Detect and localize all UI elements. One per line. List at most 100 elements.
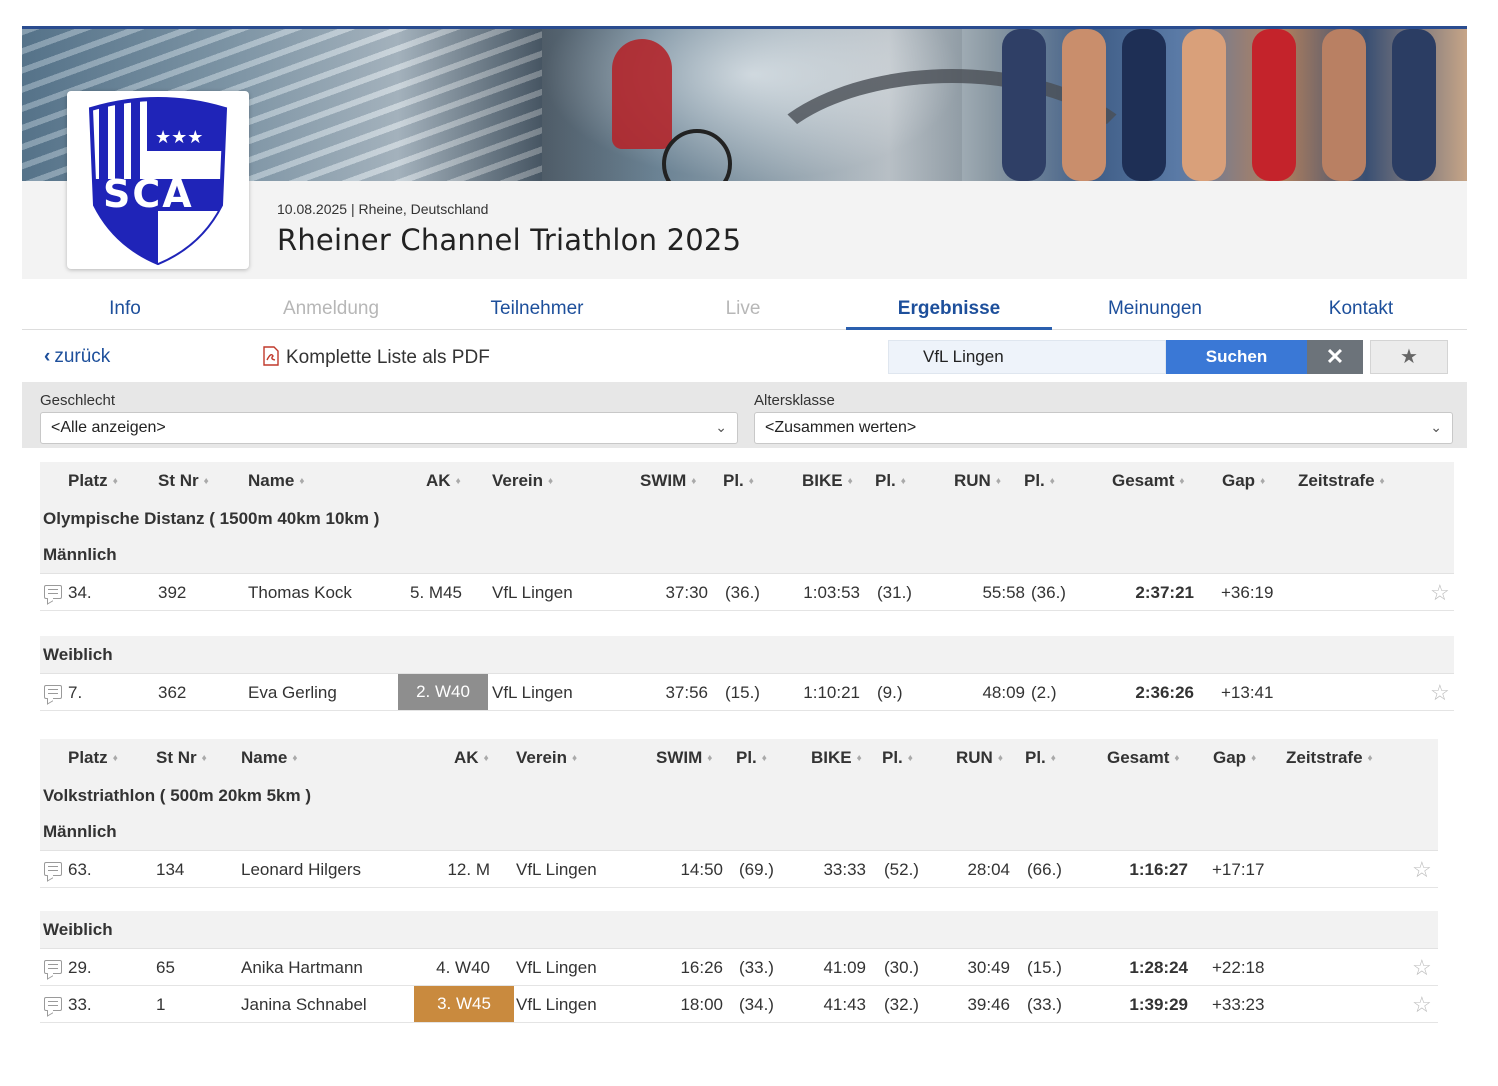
comment-icon[interactable]: [44, 685, 62, 699]
result-row[interactable]: 33. 1 Janina Schnabel 3. W45 VfL Lingen 18:00…: [40, 986, 1438, 1023]
column-header-verein[interactable]: Verein ♦: [492, 471, 553, 491]
pdf-link-label: Komplette Liste als PDF: [286, 347, 490, 368]
favorite-star-icon[interactable]: ☆: [1430, 580, 1450, 606]
pdf-download-link[interactable]: Komplette Liste als PDF: [262, 346, 490, 369]
column-header-gap[interactable]: Gap ♦: [1222, 471, 1265, 491]
sort-icon: ♦: [997, 753, 1003, 764]
favorite-star-icon[interactable]: ☆: [1412, 857, 1432, 883]
column-header-swim[interactable]: SWIM ♦: [656, 748, 712, 768]
gender-select[interactable]: <Alle anzeigen> ⌄: [40, 412, 738, 444]
table-header-row: Platz ♦ St Nr ♦ Name ♦ AK ♦ Verein ♦ SWIM ♦ Pl. ♦ BIKE…: [40, 739, 1438, 777]
sort-icon: ♦: [900, 476, 906, 487]
search-input[interactable]: [888, 340, 1166, 374]
column-header-swim[interactable]: SWIM ♦: [640, 471, 696, 491]
column-header-label: RUN: [954, 471, 991, 490]
cell-age-class: 5. M45: [410, 583, 462, 602]
tab-meinungen[interactable]: Meinungen: [1052, 298, 1258, 330]
main-nav-tabs: Info Anmeldung Teilnehmer Live Ergebniss…: [22, 292, 1467, 330]
sort-icon: ♦: [112, 476, 118, 487]
tab-anmeldung[interactable]: Anmeldung: [228, 298, 434, 330]
tab-live[interactable]: Live: [640, 298, 846, 330]
cell-total-time: 2:37:21: [1135, 583, 1194, 602]
column-header-bike-pl[interactable]: Pl. ♦: [882, 748, 913, 768]
gender-group-title: Weiblich: [43, 645, 113, 664]
event-header: ★★★ SCA 10.08.2025 | Rheine, Deutschland…: [22, 26, 1467, 279]
age-class-select[interactable]: <Zusammen werten> ⌄: [754, 412, 1453, 444]
search-button[interactable]: Suchen: [1166, 340, 1307, 374]
column-header-name[interactable]: Name ♦: [241, 748, 297, 768]
column-header-gesamt[interactable]: Gesamt ♦: [1107, 748, 1179, 768]
chevron-down-icon: ⌄: [1430, 419, 1442, 435]
cell-swim-rank: (69.): [739, 860, 774, 879]
cell-athlete-name: Anika Hartmann: [241, 958, 363, 977]
result-row[interactable]: 63. 134 Leonard Hilgers 12. M VfL Lingen 14:5…: [40, 851, 1438, 888]
column-header-st-nr[interactable]: St Nr ♦: [156, 748, 207, 768]
cell-gap: +36:19: [1221, 583, 1274, 602]
gender-group-row: Weiblich: [40, 911, 1438, 949]
column-header-label: Pl.: [723, 471, 744, 490]
cell-swim-rank: (33.): [739, 958, 774, 977]
favorite-star-icon[interactable]: ☆: [1412, 955, 1432, 981]
comment-icon[interactable]: [44, 960, 62, 974]
result-row[interactable]: 34. 392 Thomas Kock 5. M45 VfL Lingen 37:30 (3…: [40, 574, 1454, 611]
result-row[interactable]: 29. 65 Anika Hartmann 4. W40 VfL Lingen 16:26…: [40, 949, 1438, 986]
clear-search-button[interactable]: ✕: [1307, 340, 1363, 374]
column-header-name[interactable]: Name ♦: [248, 471, 304, 491]
column-header-zeitstrafe[interactable]: Zeitstrafe ♦: [1286, 748, 1373, 768]
column-header-platz[interactable]: Platz ♦: [68, 748, 118, 768]
cell-athlete-name: Janina Schnabel: [241, 995, 367, 1014]
tab-kontakt[interactable]: Kontakt: [1258, 298, 1464, 330]
column-header-zeitstrafe[interactable]: Zeitstrafe ♦: [1298, 471, 1385, 491]
sort-icon: ♦: [1367, 753, 1373, 764]
comment-icon[interactable]: [44, 997, 62, 1011]
column-header-label: St Nr: [156, 748, 197, 767]
column-header-label: Name: [248, 471, 295, 490]
column-header-bike[interactable]: BIKE ♦: [811, 748, 862, 768]
column-header-label: Gap: [1213, 748, 1247, 767]
column-header-platz[interactable]: Platz ♦: [68, 471, 118, 491]
cell-bike-time: 33:33: [823, 860, 866, 879]
sort-icon: ♦: [847, 476, 853, 487]
column-header-label: Zeitstrafe: [1286, 748, 1363, 767]
cell-bike-rank: (30.): [884, 958, 919, 977]
favorite-star-icon[interactable]: ☆: [1412, 992, 1432, 1018]
column-header-gesamt[interactable]: Gesamt ♦: [1112, 471, 1184, 491]
column-header-verein[interactable]: Verein ♦: [516, 748, 577, 768]
comment-icon[interactable]: [44, 585, 62, 599]
sort-icon: ♦: [1379, 476, 1385, 487]
gender-filter-label: Geschlecht: [40, 392, 116, 409]
result-row[interactable]: 7. 362 Eva Gerling 2. W40 VfL Lingen 37:56 (15…: [40, 674, 1454, 711]
column-header-swim-pl[interactable]: Pl. ♦: [736, 748, 767, 768]
favorite-star-icon[interactable]: ☆: [1430, 680, 1450, 706]
sort-icon: ♦: [1174, 753, 1180, 764]
tab-teilnehmer[interactable]: Teilnehmer: [434, 298, 640, 330]
comment-icon[interactable]: [44, 862, 62, 876]
column-header-run[interactable]: RUN ♦: [956, 748, 1003, 768]
column-header-ak[interactable]: AK ♦: [454, 748, 489, 768]
column-header-st-nr[interactable]: St Nr ♦: [158, 471, 209, 491]
column-header-ak[interactable]: AK ♦: [426, 471, 461, 491]
gender-select-value: <Alle anzeigen>: [51, 419, 166, 436]
column-header-swim-pl[interactable]: Pl. ♦: [723, 471, 754, 491]
favorites-button[interactable]: ★: [1370, 340, 1448, 374]
column-header-label: BIKE: [811, 748, 852, 767]
logo-text: SCA: [103, 172, 194, 216]
cell-athlete-name: Eva Gerling: [248, 683, 337, 702]
column-header-run-pl[interactable]: Pl. ♦: [1024, 471, 1055, 491]
column-header-gap[interactable]: Gap ♦: [1213, 748, 1256, 768]
cell-club: VfL Lingen: [516, 860, 597, 879]
column-header-run[interactable]: RUN ♦: [954, 471, 1001, 491]
column-header-run-pl[interactable]: Pl. ♦: [1025, 748, 1056, 768]
cell-bike-rank: (31.): [877, 583, 912, 602]
club-logo: ★★★ SCA: [67, 91, 249, 269]
sort-icon: ♦: [761, 753, 767, 764]
column-header-bike[interactable]: BIKE ♦: [802, 471, 853, 491]
gender-group-row: Männlich: [40, 813, 1438, 851]
column-header-bike-pl[interactable]: Pl. ♦: [875, 471, 906, 491]
tab-info[interactable]: Info: [22, 298, 228, 330]
sort-icon: ♦: [1251, 753, 1257, 764]
cell-total-time: 1:16:27: [1129, 860, 1188, 879]
tab-ergebnisse[interactable]: Ergebnisse: [846, 298, 1052, 330]
back-link[interactable]: ‹ zurück: [44, 346, 110, 368]
cell-club: VfL Lingen: [516, 995, 597, 1014]
